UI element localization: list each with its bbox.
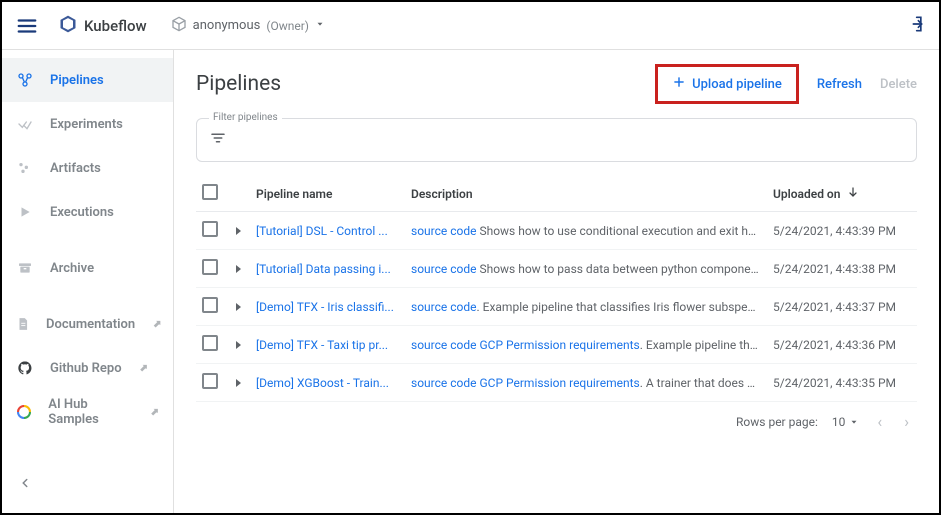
row-checkbox[interactable]	[202, 373, 218, 389]
delete-button: Delete	[880, 77, 917, 92]
uploaded-date: 5/24/2021, 4:43:38 PM	[767, 250, 917, 288]
sidebar-item-github[interactable]: Github Repo ⬈	[2, 346, 173, 390]
select-all-checkbox[interactable]	[202, 184, 218, 200]
github-icon	[16, 360, 34, 376]
description-text: . A trainer that does end-to-end ...	[640, 376, 767, 390]
uploaded-date: 5/24/2021, 4:43:39 PM	[767, 212, 917, 250]
kubeflow-logo-icon	[58, 14, 78, 38]
experiments-icon	[16, 116, 34, 132]
sidebar-item-artifacts[interactable]: Artifacts	[2, 146, 173, 190]
expand-row-icon[interactable]	[236, 227, 241, 235]
filter-input[interactable]: Filter pipelines	[196, 118, 917, 162]
pipeline-name-link[interactable]: [Tutorial] Data passing i...	[256, 262, 391, 276]
chevron-down-icon	[315, 18, 325, 33]
source-code-link[interactable]: source code	[411, 338, 476, 352]
description-text: Shows how to use conditional execution a…	[476, 224, 767, 238]
sidebar-item-aihub[interactable]: AI Hub Samples ⬈	[2, 390, 173, 434]
external-icon: ⬈	[153, 319, 161, 330]
table-row: [Tutorial] Data passing i...source code …	[196, 250, 917, 288]
sidebar-collapse-button[interactable]	[2, 461, 173, 505]
row-checkbox[interactable]	[202, 335, 218, 351]
filter-icon	[209, 129, 227, 151]
sort-desc-icon	[847, 187, 859, 201]
artifacts-icon	[16, 160, 34, 176]
permission-link[interactable]: GCP Permission requirements	[476, 338, 639, 352]
sidebar-item-label: Archive	[50, 261, 94, 276]
topbar: Kubeflow anonymous (Owner)	[2, 2, 939, 50]
namespace-owner: (Owner)	[266, 19, 309, 33]
pipeline-name-link[interactable]: [Demo] TFX - Iris classifi...	[256, 300, 394, 314]
expand-row-icon[interactable]	[236, 265, 241, 273]
upload-pipeline-button[interactable]: Upload pipeline	[655, 64, 799, 104]
col-header-name[interactable]: Pipeline name	[250, 176, 405, 212]
sidebar-item-label: Documentation	[46, 317, 135, 332]
logout-icon[interactable]	[905, 14, 925, 38]
plus-icon	[672, 75, 686, 93]
table-row: [Demo] TFX - Taxi tip pr... source code G…	[196, 326, 917, 364]
uploaded-date: 5/24/2021, 4:43:35 PM	[767, 364, 917, 402]
external-icon: ⬈	[140, 363, 148, 374]
source-code-link[interactable]: source code	[411, 224, 476, 238]
sidebar-item-label: Pipelines	[50, 73, 104, 88]
sidebar-item-pipelines[interactable]: Pipelines	[2, 58, 173, 102]
menu-icon[interactable]	[16, 15, 38, 37]
sidebar-item-archive[interactable]: Archive	[2, 246, 173, 290]
pipelines-icon	[16, 72, 34, 88]
archive-icon	[16, 260, 34, 276]
uploaded-date: 5/24/2021, 4:43:36 PM	[767, 326, 917, 364]
refresh-button[interactable]: Refresh	[817, 77, 862, 92]
sidebar-item-label: AI Hub Samples	[48, 397, 132, 427]
source-code-link[interactable]: source code	[411, 262, 476, 276]
col-header-desc[interactable]: Description	[405, 176, 767, 212]
brand[interactable]: Kubeflow	[58, 14, 147, 38]
expand-row-icon[interactable]	[236, 341, 241, 349]
prev-page-button[interactable]: ‹	[873, 412, 886, 431]
uploaded-date: 5/24/2021, 4:43:37 PM	[767, 288, 917, 326]
doc-icon	[16, 317, 30, 331]
next-page-button[interactable]: ›	[900, 412, 913, 431]
permission-link[interactable]: GCP Permission requirements	[476, 376, 639, 390]
row-checkbox[interactable]	[202, 297, 218, 313]
filter-label: Filter pipelines	[209, 112, 282, 123]
table-row: [Demo] TFX - Iris classifi... source code…	[196, 288, 917, 326]
table-row: [Tutorial] DSL - Control ...source code …	[196, 212, 917, 250]
pipeline-name-link[interactable]: [Demo] XGBoost - Train...	[256, 376, 389, 390]
row-checkbox[interactable]	[202, 259, 218, 275]
sidebar-item-label: Artifacts	[50, 161, 101, 176]
sidebar: Pipelines Experiments Artifacts Executio…	[2, 50, 174, 513]
rows-per-page-select[interactable]: 10	[832, 415, 860, 429]
source-code-link[interactable]: source code	[411, 376, 476, 390]
sidebar-item-label: Executions	[50, 205, 114, 220]
sidebar-item-documentation[interactable]: Documentation ⬈	[2, 302, 173, 346]
pipeline-name-link[interactable]: [Demo] TFX - Taxi tip pr...	[256, 338, 388, 352]
pagination: Rows per page: 10 ‹ ›	[196, 402, 917, 441]
sidebar-item-executions[interactable]: Executions	[2, 190, 173, 234]
source-code-link[interactable]: source code	[411, 300, 476, 314]
page-title: Pipelines	[196, 72, 281, 96]
upload-label: Upload pipeline	[692, 77, 782, 92]
external-icon: ⬈	[151, 407, 159, 418]
description-text: . Example pipeline that classifies Iris …	[476, 300, 767, 314]
expand-row-icon[interactable]	[236, 303, 241, 311]
sidebar-item-label: Github Repo	[50, 361, 122, 376]
pipeline-name-link[interactable]: [Tutorial] DSL - Control ...	[256, 224, 388, 238]
namespace-selector[interactable]: anonymous (Owner)	[171, 16, 325, 36]
row-checkbox[interactable]	[202, 221, 218, 237]
col-header-uploaded[interactable]: Uploaded on	[767, 176, 917, 212]
sidebar-item-label: Experiments	[50, 117, 123, 132]
description-text: Shows how to pass data between python co…	[476, 262, 767, 276]
expand-row-icon[interactable]	[236, 379, 241, 387]
rows-per-page-label: Rows per page:	[736, 415, 818, 429]
sidebar-item-experiments[interactable]: Experiments	[2, 102, 173, 146]
description-text: . Example pipeline that does clas...	[640, 338, 767, 352]
cube-icon	[171, 16, 187, 36]
main-content: Pipelines Upload pipeline Refresh Delete…	[174, 50, 939, 513]
pipelines-table: Pipeline name Description Uploaded on [T…	[196, 176, 917, 402]
namespace-name: anonymous	[193, 18, 261, 33]
table-row: [Demo] XGBoost - Train... source code GCP…	[196, 364, 917, 402]
aihub-icon	[16, 404, 32, 420]
brand-label: Kubeflow	[84, 17, 147, 35]
executions-icon	[16, 205, 34, 219]
